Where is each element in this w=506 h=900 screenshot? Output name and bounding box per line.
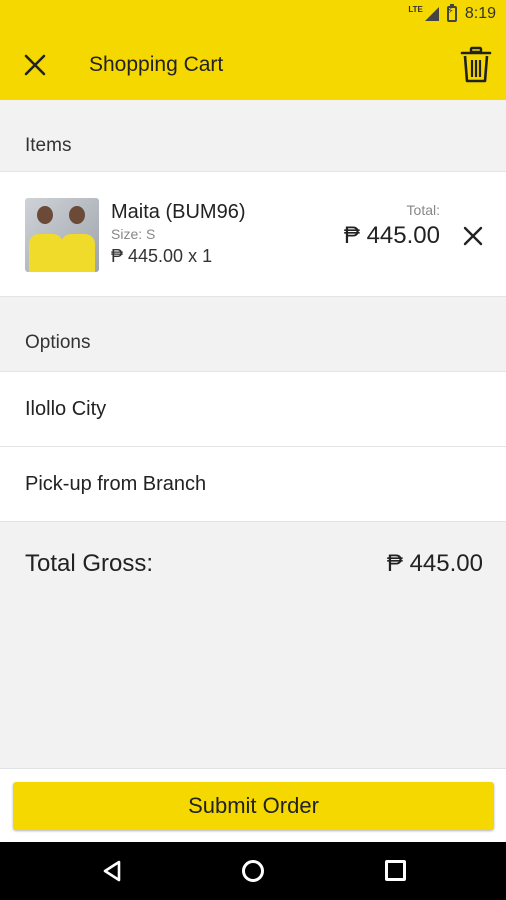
option-location[interactable]: Ilollo City	[0, 371, 506, 447]
battery-icon	[446, 4, 457, 22]
nav-recents-icon[interactable]	[385, 860, 406, 881]
remove-item-icon[interactable]	[462, 225, 484, 247]
nav-back-icon[interactable]	[101, 860, 123, 882]
network-type: LTE	[408, 4, 423, 14]
nav-home-icon[interactable]	[242, 860, 264, 882]
cart-item-row: Maita (BUM96) Size: S ₱ 445.00 x 1 Total…	[0, 171, 506, 297]
item-size: Size: S	[111, 226, 156, 242]
item-total-label: Total:	[406, 202, 440, 218]
options-section-header: Options	[0, 297, 506, 371]
clock: 8:19	[464, 5, 496, 22]
total-gross-value: ₱ 445.00	[386, 550, 483, 577]
option-delivery-method[interactable]: Pick-up from Branch	[0, 446, 506, 522]
system-nav-bar	[0, 842, 506, 900]
total-gross-label: Total Gross:	[25, 550, 154, 577]
item-name: Maita (BUM96)	[111, 201, 246, 223]
item-price-qty: ₱ 445.00 x 1	[111, 246, 213, 266]
items-section-header: Items	[0, 100, 506, 171]
item-total: ₱ 445.00	[343, 222, 440, 249]
close-icon[interactable]	[22, 52, 48, 78]
signal-icon	[424, 7, 439, 21]
product-image	[25, 198, 99, 272]
status-bar: LTE 8:19	[0, 0, 506, 32]
bottom-panel: Submit Order	[0, 768, 506, 842]
app-bar: Shopping Cart	[0, 32, 506, 100]
submit-order-button[interactable]: Submit Order	[13, 782, 494, 830]
page-title: Shopping Cart	[89, 53, 224, 76]
trash-icon[interactable]	[460, 46, 492, 84]
